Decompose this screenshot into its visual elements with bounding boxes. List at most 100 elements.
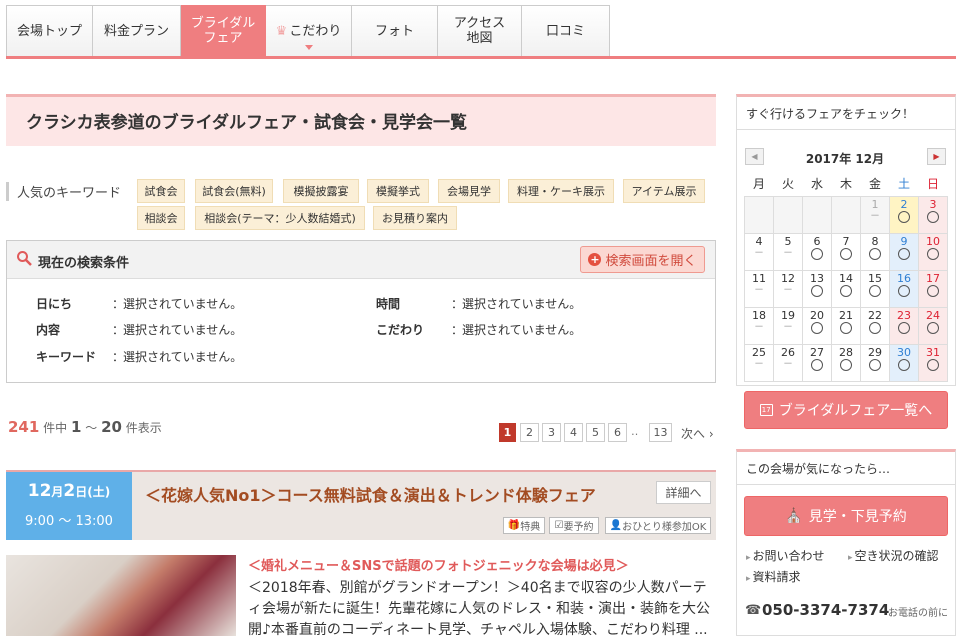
weekday-header: 木 (839, 177, 852, 192)
available-icon (840, 321, 852, 334)
page-3[interactable]: 3 (542, 423, 561, 442)
tab-label: 会場トップ (16, 23, 82, 39)
page-2[interactable]: 2 (520, 423, 539, 442)
availability-link[interactable]: 空き状況の確認 (848, 547, 939, 564)
calendar-day: 1 － (860, 195, 890, 234)
tab-label: アクセス 地図 (453, 16, 506, 46)
tab-price-plan[interactable]: 料金プラン (93, 5, 181, 57)
available-icon (869, 321, 881, 334)
available-icon (840, 284, 852, 297)
phone-number[interactable]: 050-3374-7374 (762, 601, 889, 619)
tab-photo[interactable]: フォト (352, 5, 438, 57)
page-4[interactable]: 4 (564, 423, 583, 442)
condition-label-keyword: キーワード (36, 350, 97, 364)
calendar-cell-empty (831, 195, 861, 234)
tab-venue-top[interactable]: 会場トップ (7, 5, 93, 57)
keyword-tag[interactable]: 模擬挙式 (367, 179, 429, 203)
keyword-tag[interactable]: アイテム展示 (623, 179, 705, 203)
condition-value-keyword: 選択されていません。 (123, 350, 243, 364)
phone-note[interactable]: お電話の前に (888, 604, 948, 619)
calendar-day[interactable]: 24 (918, 306, 948, 345)
search-conditions-title: 現在の検索条件 (38, 256, 130, 271)
available-icon (898, 210, 910, 223)
plus-circle-icon: + (588, 253, 602, 266)
tab-label: 料金プラン (103, 23, 169, 39)
calendar-day[interactable]: 17 (918, 269, 948, 308)
calendar-day[interactable]: 22 (860, 306, 890, 345)
calendar-day[interactable]: 28 (831, 343, 861, 382)
fair-photo[interactable] (6, 555, 236, 636)
brochure-link[interactable]: 資料請求 (746, 568, 801, 585)
fair-calendar: 月 火 水 木 金 土 日 1 － 2 3 4 － 5 － 6 7 8 9 10 11… (744, 172, 948, 382)
keyword-tag[interactable]: 会場見学 (438, 179, 500, 203)
calendar-day: 19 － (773, 306, 803, 345)
calendar-day[interactable]: 21 (831, 306, 861, 345)
keyword-tag[interactable]: 相談会(テーマ：少人数結婚式) (195, 206, 365, 230)
badge-label: おひとり様参加OK (622, 522, 707, 533)
condition-label-kodawari: こだわり (376, 323, 425, 337)
reserve-label: 見学・下見予約 (808, 509, 907, 525)
keyword-tag[interactable]: 模擬披露宴 (283, 179, 359, 203)
calendar-day[interactable]: 13 (802, 269, 832, 308)
fair-calendar-title: すぐ行けるフェアをチェック！ (746, 107, 915, 121)
calendar-day[interactable]: 10 (918, 232, 948, 271)
calendar-day[interactable]: 30 (889, 343, 919, 382)
calendar-day[interactable]: 16 (889, 269, 919, 308)
available-icon (869, 284, 881, 297)
keyword-tag[interactable]: 試食会 (137, 179, 185, 203)
calendar-day[interactable]: 23 (889, 306, 919, 345)
calendar-prev-button[interactable]: ◀ (745, 148, 764, 165)
calendar-day[interactable]: 8 (860, 232, 890, 271)
total-count: 241 (8, 418, 40, 436)
calendar-day[interactable]: 29 (860, 343, 890, 382)
fair-detail-button[interactable]: 詳細へ (656, 481, 711, 504)
reserve-visit-button[interactable]: ⛪ 見学・下見予約 (744, 496, 948, 536)
keyword-tag[interactable]: 相談会 (137, 206, 185, 230)
fair-title[interactable]: ＜花嫁人気No1＞コース無料試食＆演出＆トレンド体験フェア (145, 482, 596, 506)
calendar-day[interactable]: 7 (831, 232, 861, 271)
available-icon (898, 284, 910, 297)
nav-underline (6, 56, 956, 59)
open-search-button[interactable]: + 検索画面を開く (580, 246, 705, 273)
tab-access-map[interactable]: アクセス 地図 (438, 5, 522, 57)
page-1[interactable]: 1 (499, 423, 516, 442)
available-icon (898, 247, 910, 260)
available-icon (811, 358, 823, 371)
chapel-icon: ⛪ (785, 508, 803, 524)
keyword-tag[interactable]: お見積り案内 (373, 206, 457, 230)
tab-kodawari[interactable]: ♛ こだわり (266, 5, 352, 57)
search-icon (17, 251, 32, 266)
keyword-tag[interactable]: 試食会(無料) (195, 179, 273, 203)
calendar-day[interactable]: 31 (918, 343, 948, 382)
calendar-day[interactable]: 9 (889, 232, 919, 271)
calendar-next-button[interactable]: ▶ (927, 148, 946, 165)
fair-list-button[interactable]: 17 ブライダルフェア一覧へ (744, 391, 948, 429)
keyword-tag[interactable]: 料理・ケーキ展示 (508, 179, 614, 203)
page-last[interactable]: 13 (649, 423, 672, 442)
gift-icon: 🎁 (507, 520, 521, 531)
calendar-day[interactable]: 14 (831, 269, 861, 308)
calendar-day[interactable]: 27 (802, 343, 832, 382)
inquiry-link[interactable]: お問い合わせ (746, 547, 825, 564)
condition-value-date: 選択されていません。 (123, 297, 243, 311)
calendar-day: 11 － (744, 269, 774, 308)
calendar-day[interactable]: 6 (802, 232, 832, 271)
calendar-day[interactable]: 2 (889, 195, 919, 234)
next-page-link[interactable]: 次へ › (681, 425, 714, 442)
calendar-day[interactable]: 15 (860, 269, 890, 308)
page-5[interactable]: 5 (586, 423, 605, 442)
reservation-icon: ☑ (554, 520, 564, 531)
page-6[interactable]: 6 (608, 423, 627, 442)
calendar-cell-empty (744, 195, 774, 234)
calendar-day: 12 － (773, 269, 803, 308)
tab-reviews[interactable]: 口コミ (522, 5, 610, 57)
calendar-day[interactable]: 3 (918, 195, 948, 234)
badge-perk: 🎁 特典 (503, 517, 545, 534)
pagination-ellipsis: ‥ (631, 425, 639, 438)
calendar-day[interactable]: 20 (802, 306, 832, 345)
condition-label-time: 時間 (376, 297, 401, 311)
available-icon (869, 358, 881, 371)
person-icon: 👤 (609, 520, 623, 531)
tab-label: ブライダル フェア (190, 16, 256, 46)
tab-bridal-fair[interactable]: ブライダル フェア (181, 5, 266, 57)
